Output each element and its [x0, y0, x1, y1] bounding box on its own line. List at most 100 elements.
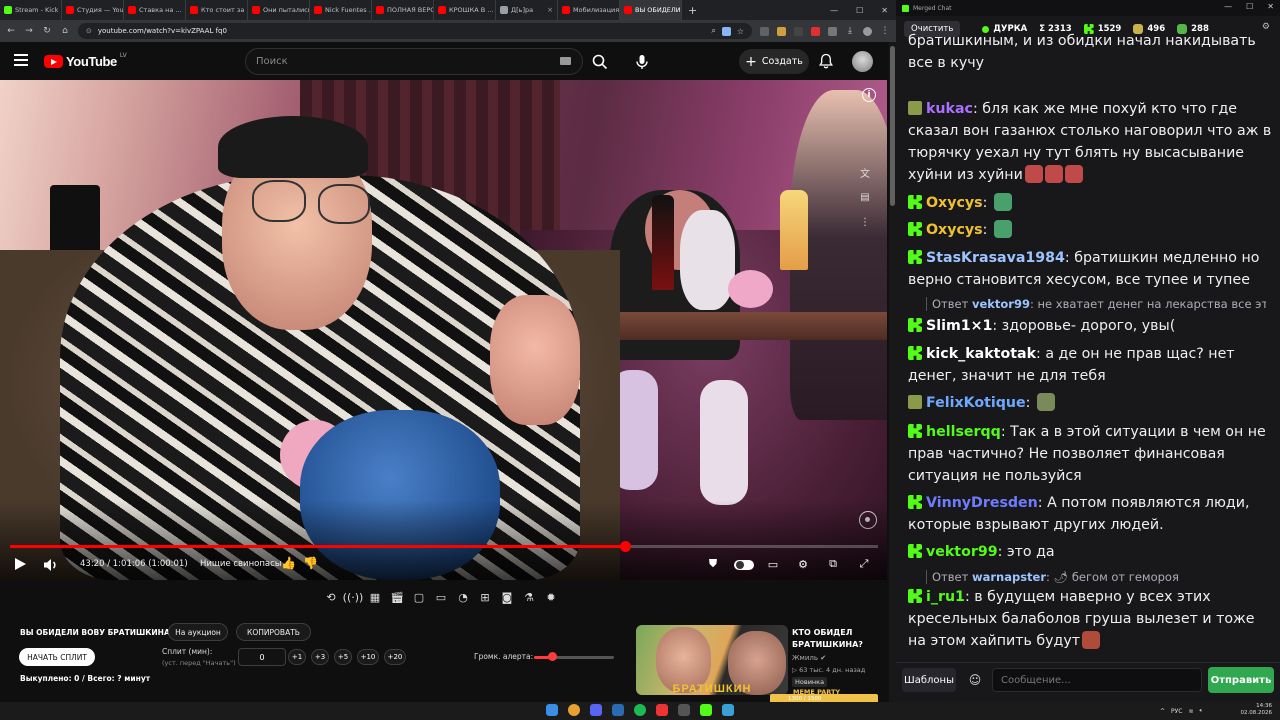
new-tab-icon[interactable]: +	[688, 4, 697, 17]
subtitles-icon[interactable]: ▭	[764, 556, 782, 572]
browser-tab[interactable]: КРОШКА В ...×	[434, 0, 496, 20]
back-icon[interactable]: ←	[6, 26, 16, 36]
app-icon[interactable]	[678, 704, 690, 716]
chat-username[interactable]: vektor99	[926, 544, 998, 560]
app-icon[interactable]	[656, 704, 668, 716]
minimize-icon[interactable]: —	[830, 6, 838, 15]
chat-username[interactable]: VinnyDresden	[926, 495, 1038, 511]
increment-button[interactable]: +10	[357, 649, 379, 665]
menu-kebab-icon[interactable]: ⋮	[880, 26, 890, 36]
clapper-icon[interactable]: 🎬︎	[387, 587, 407, 607]
hamburger-menu-icon[interactable]	[14, 54, 28, 66]
play-icon[interactable]	[12, 556, 28, 572]
puzzle-icon[interactable]	[828, 26, 837, 36]
chrome-icon[interactable]	[568, 704, 580, 716]
templates-button[interactable]: Шаблоны	[902, 668, 956, 692]
url-field[interactable]: ⊙ youtube.com/watch?v=kivZPAAL fq0 ⌕ ☆	[78, 23, 752, 39]
windows-start-icon[interactable]	[546, 704, 558, 716]
message-input[interactable]: Сообщение...	[992, 668, 1202, 692]
extension-icon[interactable]	[794, 26, 803, 36]
broadcast-icon[interactable]: ((·))	[343, 587, 364, 607]
send-button[interactable]: Отправить	[1208, 667, 1274, 693]
maximize-icon[interactable]: ☐	[856, 6, 863, 15]
autoplay-toggle[interactable]	[734, 560, 754, 570]
fullscreen-icon[interactable]: ⤢	[855, 556, 873, 572]
download-icon[interactable]: ⤓	[845, 26, 855, 36]
dislike-icon[interactable]: 👎	[303, 556, 318, 570]
aspect-ratio-icon[interactable]: ▭	[431, 587, 451, 607]
browser-tab[interactable]: Студия — YouTube×	[62, 0, 124, 20]
home-icon[interactable]: ⌂	[60, 26, 70, 36]
auction-button[interactable]: На аукцион	[168, 623, 228, 641]
add-box-icon[interactable]: ⊞	[475, 587, 495, 607]
tray-chevron-icon[interactable]: ^	[1160, 708, 1165, 715]
alert-volume-knob[interactable]	[547, 652, 557, 661]
browser-tab[interactable]: Они пытались ...×	[248, 0, 310, 20]
recommendation-title[interactable]: КТО ОБИДЕЛ БРАТИШКИНА?	[792, 627, 884, 651]
zoom-icon[interactable]: ⌕	[711, 26, 715, 36]
miniplayer-icon[interactable]: ⧉	[824, 556, 842, 572]
split-minutes-input[interactable]: 0	[238, 648, 286, 666]
video-player[interactable]: i 文 ▤ ⋮	[0, 80, 887, 580]
close-icon[interactable]: ✕	[881, 6, 888, 15]
tab-close-icon[interactable]: ×	[547, 6, 553, 14]
chat-username[interactable]: Oxycys	[926, 195, 983, 211]
language-indicator[interactable]: РУС	[1171, 708, 1182, 715]
maximize-icon[interactable]: ☐	[1246, 2, 1253, 11]
chat-username[interactable]: Slim1×1	[926, 318, 992, 334]
browser-tab[interactable]: Мобилизация×	[558, 0, 620, 20]
clock[interactable]: 14:36 02.08.2026	[1240, 703, 1273, 717]
reply-preview[interactable]: Ответ vektor99: не хватает денег на лека…	[926, 297, 1266, 311]
browser-tab[interactable]: ПОЛНАЯ ВЕРСИЯ×	[372, 0, 434, 20]
loop-icon[interactable]: ⟲	[321, 587, 341, 607]
copy-button[interactable]: КОПИРОВАТЬ	[236, 623, 311, 641]
extension-icon[interactable]	[811, 26, 820, 36]
reply-preview[interactable]: Ответ warnapster: 🌶 бегом от гемороя	[926, 570, 1266, 584]
browser-tab[interactable]: Nick Fuentes ...×	[310, 0, 372, 20]
chat-settings-gear-icon[interactable]: ⚙	[1262, 22, 1270, 32]
profile-icon[interactable]	[863, 26, 872, 36]
camera-icon[interactable]: ◙	[497, 587, 517, 607]
bookmark-star-icon[interactable]: ☆	[737, 27, 744, 36]
increment-button[interactable]: +3	[311, 649, 329, 665]
speedometer-icon[interactable]: ◔	[453, 587, 473, 607]
search-button[interactable]	[586, 48, 614, 75]
shield-icon[interactable]: ⛊	[704, 556, 722, 572]
chat-username[interactable]: hellserqq	[926, 424, 1001, 440]
increment-button[interactable]: +20	[384, 649, 406, 665]
create-button[interactable]: + Создать	[739, 49, 809, 74]
app-icon[interactable]	[612, 704, 624, 716]
chat-username[interactable]: kick_kaktotak	[926, 346, 1036, 362]
subtitles-icon[interactable]: ▤	[856, 188, 874, 206]
browser-tab[interactable]: ВЫ ОБИДЕЛИ×	[620, 0, 682, 20]
browser-tab[interactable]: Кто стоит за ...×	[186, 0, 248, 20]
app-icon[interactable]	[590, 704, 602, 716]
page-scrollbar-thumb[interactable]	[890, 46, 895, 206]
wifi-icon[interactable]: ≋	[1189, 708, 1194, 715]
spotify-icon[interactable]	[634, 704, 646, 716]
chat-log[interactable]: братишкиным, и из обидки начал накидыват…	[896, 32, 1280, 662]
site-info-icon[interactable]: ⊙	[86, 27, 92, 35]
browser-tab[interactable]: Д[ь]ра ×	[496, 0, 558, 20]
chat-username[interactable]: kukac	[926, 101, 973, 117]
speaker-icon[interactable]: 🔈︎	[1200, 707, 1204, 715]
app-icon[interactable]	[700, 704, 712, 716]
like-icon[interactable]: 👍	[281, 556, 296, 570]
chat-username[interactable]: StasKrasava1984	[926, 250, 1065, 266]
reload-icon[interactable]: ↻	[42, 26, 52, 36]
chapter-title[interactable]: Нищие свинопасы	[200, 559, 282, 569]
recommendation-thumbnail[interactable]: БРАТИШКИН	[636, 625, 788, 695]
info-icon[interactable]: i	[862, 88, 876, 102]
recommendation-channel[interactable]: Жмиль ✔	[792, 654, 826, 662]
app-icon[interactable]	[722, 704, 734, 716]
increment-button[interactable]: +5	[334, 649, 352, 665]
volume-icon[interactable]	[42, 557, 60, 573]
voice-search-button[interactable]	[628, 48, 656, 75]
chat-username[interactable]: i_ru1	[926, 589, 965, 605]
emoji-icon[interactable]: ☺	[964, 668, 986, 692]
settings-gear-icon[interactable]: ✹	[541, 587, 561, 607]
translate-icon[interactable]	[721, 26, 731, 36]
increment-button[interactable]: +1	[288, 649, 306, 665]
minimize-icon[interactable]: —	[1224, 2, 1232, 11]
chat-username[interactable]: Oxycys	[926, 222, 983, 238]
